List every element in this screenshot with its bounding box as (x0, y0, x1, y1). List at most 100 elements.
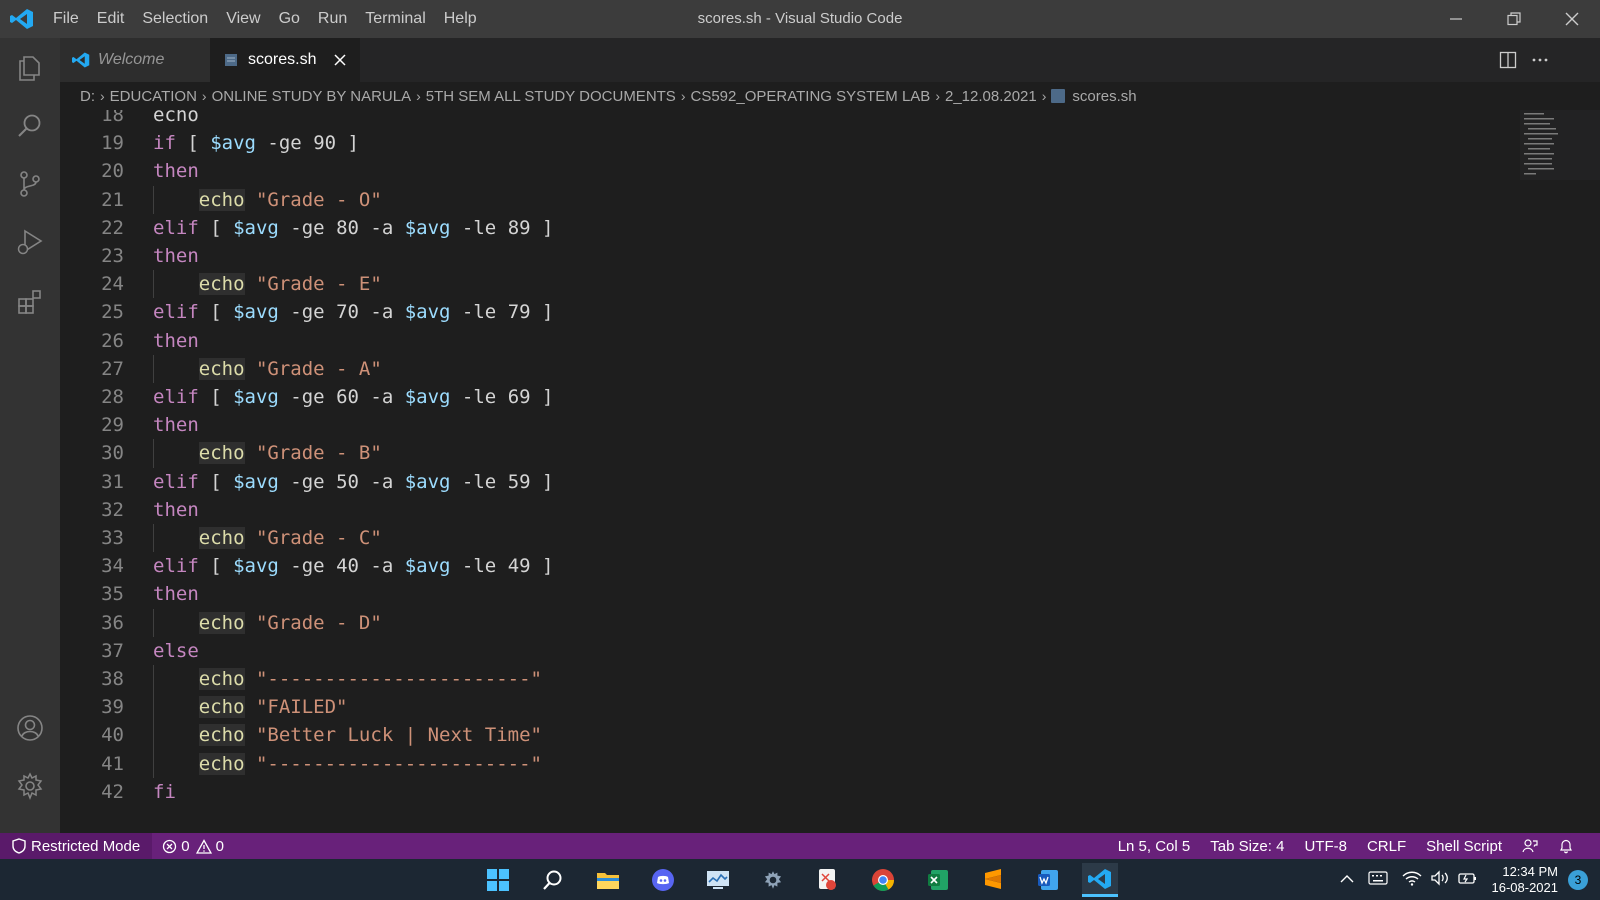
keyboard-icon[interactable] (1367, 871, 1388, 888)
menu-help[interactable]: Help (435, 0, 486, 38)
tab-label: scores.sh (248, 51, 317, 68)
code-token: -ge (278, 301, 337, 324)
close-window-button[interactable] (1544, 0, 1600, 38)
discord-icon[interactable] (645, 863, 681, 897)
chevron-up-icon[interactable] (1340, 872, 1354, 887)
volume-icon[interactable] (1430, 870, 1450, 889)
code-line[interactable]: 32 then (60, 496, 1460, 524)
code-token: 59 (507, 470, 531, 493)
menu-file[interactable]: File (44, 0, 88, 38)
code-line[interactable]: 27 echo "Grade - A" (60, 354, 1460, 383)
excel-icon[interactable] (920, 863, 956, 897)
code-text: echo "Grade - D" (153, 609, 382, 637)
tab-scores-sh[interactable]: scores.sh (210, 38, 360, 82)
minimize-button[interactable] (1428, 0, 1484, 38)
code-line[interactable]: 22 elif [ $avg -ge 80 -a $avg -le 89 ] (60, 214, 1460, 242)
sublime-text-icon[interactable] (975, 863, 1011, 897)
code-line[interactable]: 29 then (60, 411, 1460, 439)
clock[interactable]: 12:34 PM 16-08-2021 (1492, 864, 1559, 896)
restore-button[interactable] (1486, 0, 1542, 38)
split-editor-icon[interactable] (1494, 46, 1522, 74)
word-icon[interactable] (1030, 863, 1066, 897)
feedback-icon[interactable] (1512, 833, 1548, 859)
file-explorer-icon[interactable] (590, 863, 626, 897)
settings-gear-icon[interactable] (12, 768, 48, 804)
run-debug-icon[interactable] (12, 224, 48, 260)
code-line[interactable]: 36 echo "Grade - D" (60, 608, 1460, 637)
encoding[interactable]: UTF-8 (1294, 833, 1357, 859)
wifi-icon[interactable] (1402, 870, 1422, 889)
code-line[interactable]: 30 echo "Grade - B" (60, 439, 1460, 468)
vscode-icon[interactable] (1082, 863, 1118, 897)
code-text: fi (153, 778, 176, 806)
menu-go[interactable]: Go (270, 0, 309, 38)
code-line[interactable]: 41 echo "-----------------------" (60, 749, 1460, 778)
breadcrumb-item[interactable]: EDUCATION (110, 88, 197, 105)
code-line[interactable]: 31 elif [ $avg -ge 50 -a $avg -le 59 ] (60, 468, 1460, 496)
code-token: ] (530, 386, 554, 408)
code-line[interactable]: 40 echo "Better Luck | Next Time" (60, 721, 1460, 750)
menu-view[interactable]: View (217, 0, 269, 38)
explorer-icon[interactable] (12, 50, 48, 86)
more-actions-icon[interactable] (1526, 46, 1554, 74)
code-token: 69 (507, 386, 531, 408)
source-control-icon[interactable] (12, 166, 48, 202)
code-line[interactable]: 23 then (60, 242, 1460, 270)
code-line[interactable]: 18 echo (60, 110, 1460, 129)
code-line[interactable]: 35 then (60, 580, 1460, 608)
tab-welcome[interactable]: Welcome (60, 38, 210, 82)
battery-icon[interactable] (1457, 870, 1478, 889)
code-token: echo (198, 668, 245, 690)
breadcrumb-item[interactable]: scores.sh (1072, 88, 1136, 105)
code-token: elif (153, 386, 199, 408)
cursor-position[interactable]: Ln 5, Col 5 (1108, 833, 1201, 859)
tab-size[interactable]: Tab Size: 4 (1200, 833, 1294, 859)
code-token: $avg (233, 470, 279, 493)
close-tab-icon[interactable] (330, 50, 350, 70)
start-icon[interactable] (480, 863, 516, 897)
code-token: echo (198, 188, 245, 211)
breadcrumb-item[interactable]: ONLINE STUDY BY NARULA (212, 88, 412, 105)
extensions-icon[interactable] (12, 284, 48, 320)
breadcrumb-item[interactable]: 5TH SEM ALL STUDY DOCUMENTS (426, 88, 676, 105)
code-line[interactable]: 28 elif [ $avg -ge 60 -a $avg -le 69 ] (60, 383, 1460, 411)
breadcrumb-item[interactable]: 2_12.08.2021 (945, 88, 1037, 105)
code-line[interactable]: 19 if [ $avg -ge 90 ] (60, 129, 1460, 157)
snipping-tool-icon[interactable] (810, 863, 846, 897)
menu-selection[interactable]: Selection (133, 0, 217, 38)
breadcrumb-item[interactable]: CS592_OPERATING SYSTEM LAB (691, 88, 931, 105)
code-line[interactable]: 20 then (60, 157, 1460, 185)
code-line[interactable]: 33 echo "Grade - C" (60, 524, 1460, 553)
menu-run[interactable]: Run (309, 0, 356, 38)
restricted-mode-indicator[interactable]: Restricted Mode (0, 833, 153, 859)
notifications-bell-icon[interactable] (1548, 833, 1584, 859)
code-line[interactable]: 26 then (60, 327, 1460, 355)
search-icon[interactable] (12, 108, 48, 144)
problems-indicator[interactable]: 0 0 (152, 833, 234, 859)
language-mode[interactable]: Shell Script (1416, 833, 1512, 859)
code-line[interactable]: 25 elif [ $avg -ge 70 -a $avg -le 79 ] (60, 298, 1460, 326)
chrome-icon[interactable] (865, 863, 901, 897)
menu-terminal[interactable]: Terminal (356, 0, 434, 38)
code-line[interactable]: 21 echo "Grade - O" (60, 185, 1460, 214)
notification-badge[interactable]: 3 (1568, 869, 1588, 890)
code-line[interactable]: 39 echo "FAILED" (60, 693, 1460, 722)
accounts-icon[interactable] (12, 710, 48, 746)
code-line[interactable]: 24 echo "Grade - E" (60, 270, 1460, 299)
search-icon[interactable] (535, 863, 571, 897)
vscode-logo-icon[interactable] (10, 8, 34, 30)
line-number: 40 (101, 724, 124, 747)
code-line[interactable]: 38 echo "-----------------------" (60, 665, 1460, 694)
code-token: then (153, 245, 199, 267)
code-line[interactable]: 34 elif [ $avg -ge 40 -a $avg -le 49 ] (60, 552, 1460, 580)
settings-icon[interactable] (755, 863, 791, 897)
task-manager-icon[interactable] (700, 863, 736, 897)
menu-edit[interactable]: Edit (88, 0, 134, 38)
minimap[interactable] (1520, 110, 1600, 190)
code-editor[interactable]: 18 echo 19 if [ $avg -ge 90 ] 20 then 21 echo … (60, 110, 1600, 833)
code-line[interactable]: 42 fi (60, 778, 1460, 806)
end-of-line[interactable]: CRLF (1357, 833, 1416, 859)
breadcrumb-item[interactable]: D: (80, 88, 95, 105)
code-line[interactable]: 37 else (60, 637, 1460, 665)
